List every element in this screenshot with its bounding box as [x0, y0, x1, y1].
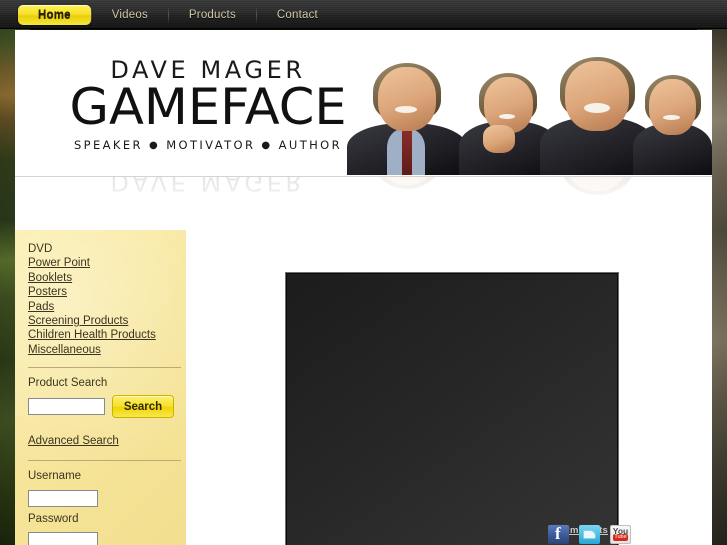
banner-reflection: DAVE MAGER GAMEFACE SPEAKER ● MOTIVATOR … [15, 176, 712, 234]
sidebar-item-booklets[interactable]: Booklets [28, 271, 174, 285]
top-navigation-bar: Home Videos Products Contact [0, 0, 727, 29]
product-search-label: Product Search [28, 377, 108, 390]
username-label: Username [28, 470, 82, 483]
tagline-dot-icon: ● [261, 139, 273, 151]
tagline-author: AUTHOR [278, 137, 343, 152]
youtube-icon[interactable]: You Tube [610, 525, 631, 544]
sidebar-divider [28, 367, 181, 369]
search-button[interactable]: Search [112, 395, 174, 419]
site-logo: DAVE MAGER GAMEFACE SPEAKER ● MOTIVATOR … [63, 58, 353, 152]
sidebar-item-children-health-products[interactable]: Children Health Products [28, 328, 174, 342]
sidebar-divider-2 [28, 460, 181, 462]
password-input[interactable] [28, 532, 98, 545]
nav-link-videos[interactable]: Videos [92, 4, 168, 26]
tagline-speaker: SPEAKER [73, 137, 143, 152]
sidebar-item-posters[interactable]: Posters [28, 285, 174, 299]
sidebar-item-power-point[interactable]: Power Point [28, 256, 174, 270]
nav-link-contact[interactable]: Contact [257, 4, 338, 26]
nav-item-home[interactable]: Home [0, 4, 91, 25]
logo-tagline: SPEAKER ● MOTIVATOR ● AUTHOR [63, 138, 353, 152]
video-player[interactable]: Dim lights [285, 272, 619, 545]
sidebar-item-dvd[interactable]: DVD [28, 242, 174, 256]
twitter-icon[interactable] [579, 525, 600, 544]
search-input[interactable] [28, 398, 105, 416]
portrait-photo-4 [633, 45, 712, 175]
nav-item-contact[interactable]: Contact [257, 4, 338, 26]
sidebar-item-pads[interactable]: Pads [28, 300, 174, 314]
sidebar-item-screening-products[interactable]: Screening Products [28, 314, 174, 328]
social-links: You Tube [548, 524, 631, 544]
advanced-search-link[interactable]: Advanced Search [28, 435, 119, 447]
logo-title-text: GAMEFACE [69, 78, 347, 136]
youtube-tube-text: Tube [613, 534, 628, 541]
sidebar-item-miscellaneous[interactable]: Miscellaneous [28, 343, 174, 357]
main-content: Dim lights [186, 235, 712, 545]
tagline-dot-icon: ● [148, 139, 161, 151]
banner-portrait-collage [345, 30, 712, 175]
portrait-photo-1 [347, 35, 467, 175]
password-label: Password [28, 512, 79, 525]
facebook-icon[interactable] [548, 524, 569, 544]
tagline-motivator: MOTIVATOR [166, 137, 256, 152]
nav-item-videos[interactable]: Videos [92, 4, 168, 26]
nav-link-products[interactable]: Products [169, 4, 256, 26]
sidebar-category-list: DVD Power Point Booklets Posters Pads Sc… [28, 242, 174, 357]
nav-link-home[interactable]: Home [18, 4, 91, 25]
username-input[interactable] [28, 489, 98, 507]
reflection-fade-overlay [15, 177, 712, 234]
sidebar: DVD Power Point Booklets Posters Pads Sc… [15, 230, 186, 545]
site-banner: DAVE MAGER GAMEFACE SPEAKER ● MOTIVATOR … [15, 30, 712, 175]
page-content-shell: DAVE MAGER GAMEFACE SPEAKER ● MOTIVATOR … [15, 30, 712, 545]
nav-item-products[interactable]: Products [169, 4, 256, 26]
nav-list: Home Videos Products Contact [0, 0, 727, 29]
product-search-row: Search [28, 395, 174, 419]
